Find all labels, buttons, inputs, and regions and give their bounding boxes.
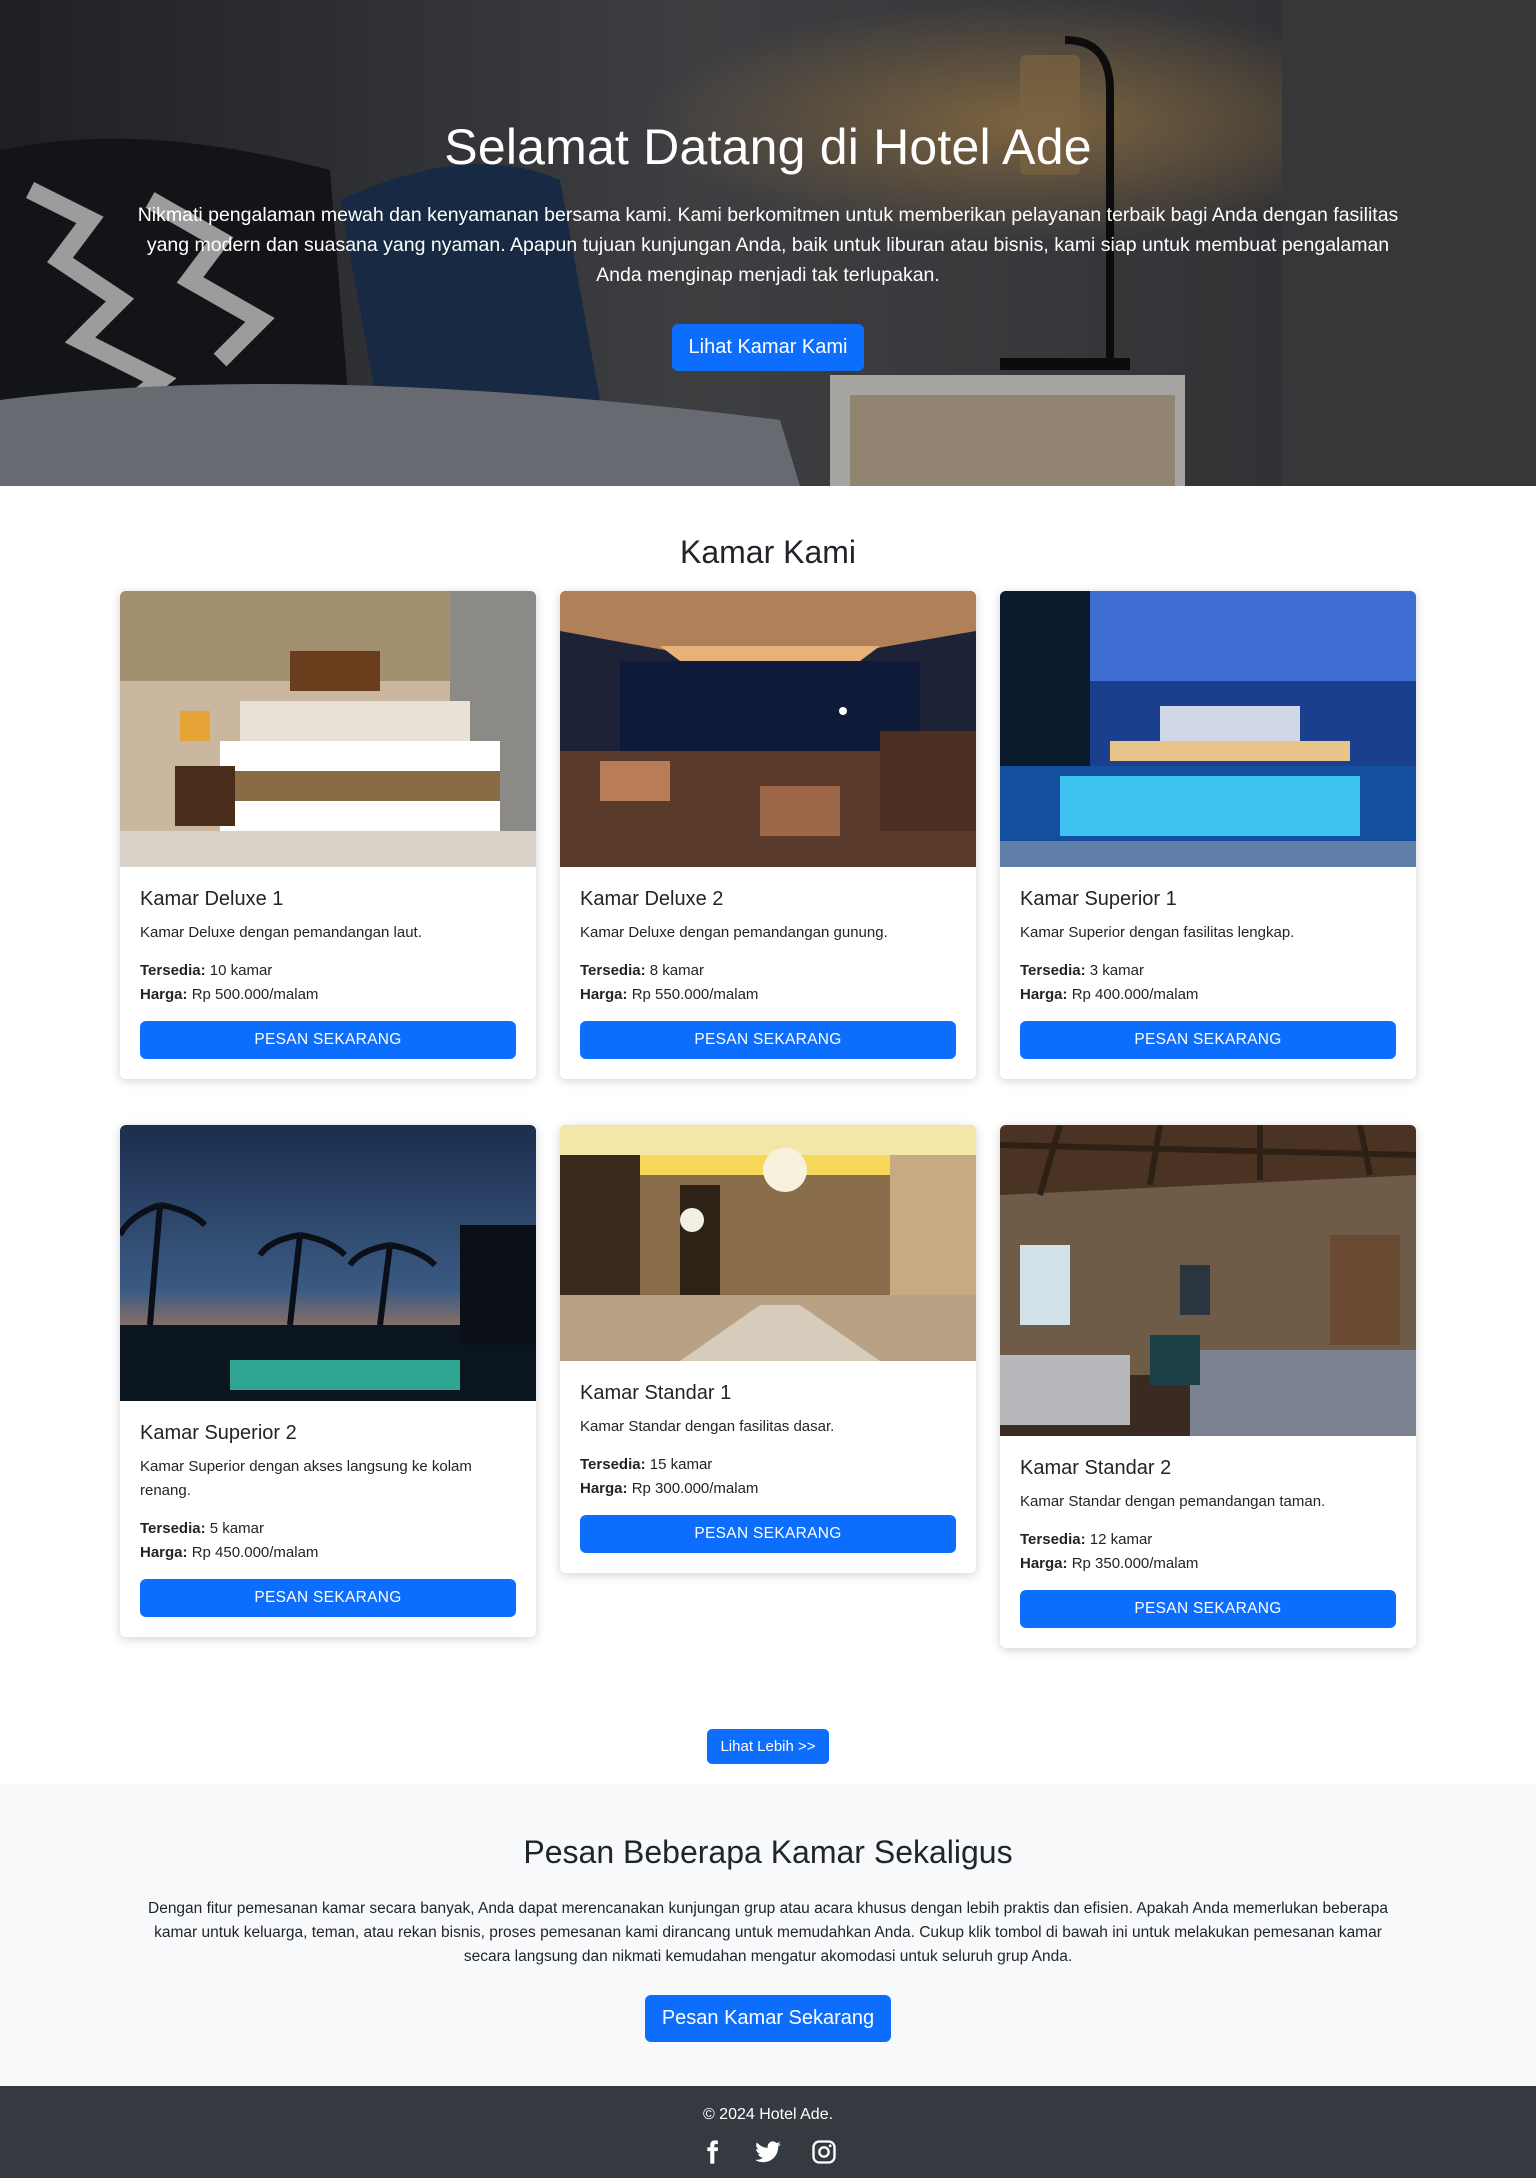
room-availability: Tersedia: 15 kamar [580, 1456, 713, 1473]
book-rooms-now-button[interactable]: Pesan Kamar Sekarang [644, 1995, 892, 2042]
hero-content: Selamat Datang di Hotel Ade Nikmati peng… [0, 118, 1536, 371]
room-card-deluxe-1: Kamar Deluxe 1 Kamar Deluxe dengan peman… [120, 591, 536, 1079]
room-title: Kamar Deluxe 1 [140, 888, 284, 910]
instagram-icon[interactable] [810, 2138, 838, 2166]
bulk-booking-text: Dengan fitur pemesanan kamar secara bany… [148, 1900, 1388, 1965]
room-image-standar-2 [1000, 1125, 1416, 1436]
room-price: Harga: Rp 350.000/malam [1020, 1555, 1199, 1572]
room-title: Kamar Superior 1 [1020, 888, 1177, 910]
rooms-section: Kamar Kami Kamar Deluxe 1 Kamar Deluxe d… [0, 486, 1536, 1764]
room-price: Harga: Rp 300.000/malam [580, 1480, 759, 1497]
book-now-button[interactable]: Pesan Sekarang [580, 1021, 956, 1059]
room-image-standar-1 [560, 1125, 976, 1361]
room-price: Harga: Rp 500.000/malam [140, 986, 319, 1003]
bulk-booking-section: Pesan Beberapa Kamar Sekaligus Dengan fi… [0, 1784, 1536, 2086]
room-price: Harga: Rp 550.000/malam [580, 986, 759, 1003]
footer: © 2024 Hotel Ade. [0, 2086, 1536, 2178]
hero-title: Selamat Datang di Hotel Ade [444, 119, 1092, 175]
room-description: Kamar Superior dengan akses langsung ke … [140, 1458, 472, 1499]
room-title: Kamar Superior 2 [140, 1422, 297, 1444]
book-now-button[interactable]: Pesan Sekarang [140, 1021, 516, 1059]
room-title: Kamar Standar 2 [1020, 1457, 1172, 1479]
room-card-deluxe-2: Kamar Deluxe 2 Kamar Deluxe dengan peman… [560, 591, 976, 1079]
view-rooms-button[interactable]: Lihat Kamar Kami [671, 324, 865, 371]
twitter-icon[interactable] [754, 2138, 782, 2166]
room-availability: Tersedia: 10 kamar [140, 962, 273, 979]
room-description: Kamar Standar dengan fasilitas dasar. [580, 1418, 835, 1435]
room-card-superior-2: Kamar Superior 2 Kamar Superior dengan a… [120, 1125, 536, 1637]
rooms-section-title: Kamar Kami [679, 534, 857, 570]
room-card-standar-2: Kamar Standar 2 Kamar Standar dengan pem… [1000, 1125, 1416, 1648]
hero-section: Selamat Datang di Hotel Ade Nikmati peng… [0, 0, 1536, 486]
room-price: Harga: Rp 450.000/malam [140, 1544, 319, 1561]
book-now-button[interactable]: Pesan Sekarang [1020, 1590, 1396, 1628]
room-image-deluxe-2 [560, 591, 976, 867]
room-image-deluxe-1 [120, 591, 536, 867]
room-availability: Tersedia: 3 kamar [1020, 962, 1144, 979]
facebook-icon[interactable] [698, 2138, 726, 2166]
room-title: Kamar Standar 1 [580, 1382, 732, 1404]
social-links [0, 2138, 1536, 2166]
room-image-superior-1 [1000, 591, 1416, 867]
room-description: Kamar Superior dengan fasilitas lengkap. [1020, 924, 1295, 941]
room-availability: Tersedia: 8 kamar [580, 962, 704, 979]
room-availability: Tersedia: 12 kamar [1020, 1531, 1153, 1548]
book-now-button[interactable]: Pesan Sekarang [580, 1515, 956, 1553]
room-card-standar-1: Kamar Standar 1 Kamar Standar dengan fas… [560, 1125, 976, 1573]
rooms-grid: Kamar Deluxe 1 Kamar Deluxe dengan peman… [0, 591, 1536, 1731]
room-description: Kamar Deluxe dengan pemandangan gunung. [580, 924, 888, 941]
bulk-booking-title: Pesan Beberapa Kamar Sekaligus [523, 1834, 1013, 1870]
room-image-superior-2 [120, 1125, 536, 1401]
room-description: Kamar Deluxe dengan pemandangan laut. [140, 924, 422, 941]
book-now-button[interactable]: Pesan Sekarang [1020, 1021, 1396, 1059]
room-title: Kamar Deluxe 2 [580, 888, 724, 910]
room-availability: Tersedia: 5 kamar [140, 1520, 264, 1537]
room-price: Harga: Rp 400.000/malam [1020, 986, 1199, 1003]
footer-copyright: © 2024 Hotel Ade. [702, 2106, 834, 2123]
book-now-button[interactable]: Pesan Sekarang [140, 1579, 516, 1617]
hero-text: Nikmati pengalaman mewah dan kenyamanan … [137, 204, 1399, 286]
room-card-superior-1: Kamar Superior 1 Kamar Superior dengan f… [1000, 591, 1416, 1079]
see-more-button[interactable]: Lihat Lebih >> [707, 1729, 829, 1764]
room-description: Kamar Standar dengan pemandangan taman. [1020, 1493, 1326, 1510]
see-more-wrapper: Lihat Lebih >> [0, 1729, 1536, 1764]
